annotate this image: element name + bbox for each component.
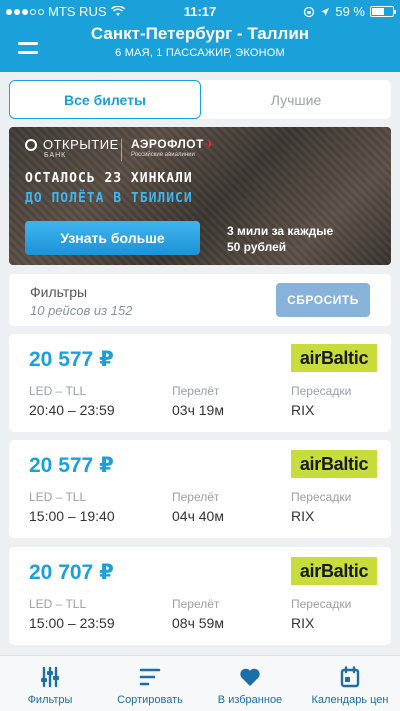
flight-duration: 04ч 40м [172, 508, 224, 524]
heart-icon [239, 666, 261, 688]
nav-filters-label: Фильтры [27, 694, 73, 706]
transfers-label: Пересадки [291, 384, 352, 398]
duration-label: Перелёт [172, 384, 220, 398]
airline-logo: airBaltic [291, 450, 377, 478]
route-label: LED – TLL [29, 384, 87, 398]
aeroflot-sub: Российские авиалинии [131, 152, 195, 158]
transfers-label: Пересадки [291, 490, 352, 504]
flight-card[interactable]: 20 577 ₽ airBaltic LED – TLL 15:00 – 19:… [9, 440, 391, 538]
banner-note-line2: 50 рублей [227, 240, 287, 254]
nav-favorites-label: В избранное [217, 694, 283, 706]
nav-sort[interactable]: Сортировать [100, 656, 200, 711]
flight-price: 20 577 ₽ [29, 348, 114, 371]
ad-banner[interactable]: ОТКРЫТИЕ БАНК АЭРОФЛОТ ✈ Российские авиа… [9, 127, 391, 265]
duration-label: Перелёт [172, 597, 220, 611]
airline-logo: airBaltic [291, 344, 377, 372]
orientation-lock-icon [304, 6, 315, 17]
tab-bar: Все билеты Лучшие [9, 80, 391, 119]
route-title: Санкт-Петербург - Таллин [90, 24, 310, 43]
flight-card[interactable]: 20 707 ₽ airBaltic LED – TLL 15:00 – 23:… [9, 547, 391, 645]
nav-filters[interactable]: Фильтры [0, 656, 100, 711]
aeroflot-wing-icon: ✈ [205, 139, 215, 151]
status-right: 59 % [303, 4, 396, 19]
banner-subheadline: ДО ПОЛЁТА В ТБИЛИСИ [25, 191, 193, 206]
flight-times: 15:00 – 23:59 [29, 615, 115, 631]
battery-icon [370, 6, 396, 17]
banner-note: 3 мили за каждые 50 рублей [227, 223, 333, 255]
calendar-icon [340, 666, 360, 688]
tab-best[interactable]: Лучшие [201, 80, 391, 119]
filters-count: 10 рейсов из 152 [30, 303, 133, 318]
otkritie-logo: ОТКРЫТИЕ [25, 137, 119, 152]
logo-divider [121, 139, 122, 161]
learn-more-button[interactable]: Узнать больше [25, 221, 200, 255]
flight-transfers: RIX [291, 615, 315, 631]
flight-times: 20:40 – 23:59 [29, 402, 115, 418]
flight-duration: 03ч 19м [172, 402, 224, 418]
app-header: MTS RUS 11:17 59 % Санкт-Петербург - Тал… [0, 0, 400, 72]
filters-panel: Фильтры 10 рейсов из 152 СБРОСИТЬ [9, 274, 391, 326]
flight-price: 20 707 ₽ [29, 561, 114, 584]
flight-times: 15:00 – 19:40 [29, 508, 115, 524]
nav-favorites[interactable]: В избранное [200, 656, 300, 711]
flight-card[interactable]: 20 577 ₽ airBaltic LED – TLL 20:40 – 23:… [9, 334, 391, 432]
otkritie-sub: БАНК [44, 152, 67, 159]
sliders-icon [39, 666, 61, 688]
flight-transfers: RIX [291, 402, 315, 418]
filters-title: Фильтры [30, 284, 88, 300]
otkritie-name: ОТКРЫТИЕ [43, 137, 119, 152]
status-bar: MTS RUS 11:17 59 % [0, 0, 400, 22]
otkritie-circle-icon [25, 138, 37, 151]
route-subtitle: 6 МАЯ, 1 ПАССАЖИР, ЭКОНОМ [115, 47, 285, 59]
reset-filters-button[interactable]: СБРОСИТЬ [276, 283, 370, 317]
sort-icon [139, 666, 161, 688]
airline-logo: airBaltic [291, 557, 377, 585]
flight-transfers: RIX [291, 508, 315, 524]
flight-price: 20 577 ₽ [29, 454, 114, 477]
aeroflot-logo: АЭРОФЛОТ [131, 137, 204, 151]
battery-percent: 59 % [335, 4, 365, 19]
transfers-label: Пересадки [291, 597, 352, 611]
duration-label: Перелёт [172, 490, 220, 504]
route-label: LED – TLL [29, 490, 87, 504]
nav-calendar[interactable]: Календарь цен [300, 656, 400, 711]
nav-calendar-label: Календарь цен [311, 694, 389, 706]
bottom-nav: Фильтры Сортировать В избранное Календар… [0, 655, 400, 711]
banner-headline: ОСТАЛОСЬ 23 ХИНКАЛИ [25, 171, 193, 186]
tab-all-tickets[interactable]: Все билеты [9, 80, 201, 119]
location-icon [321, 7, 330, 16]
flight-duration: 08ч 59м [172, 615, 224, 631]
route-label: LED – TLL [29, 597, 87, 611]
banner-note-line1: 3 мили за каждые [227, 224, 334, 238]
nav-sort-label: Сортировать [117, 694, 183, 706]
